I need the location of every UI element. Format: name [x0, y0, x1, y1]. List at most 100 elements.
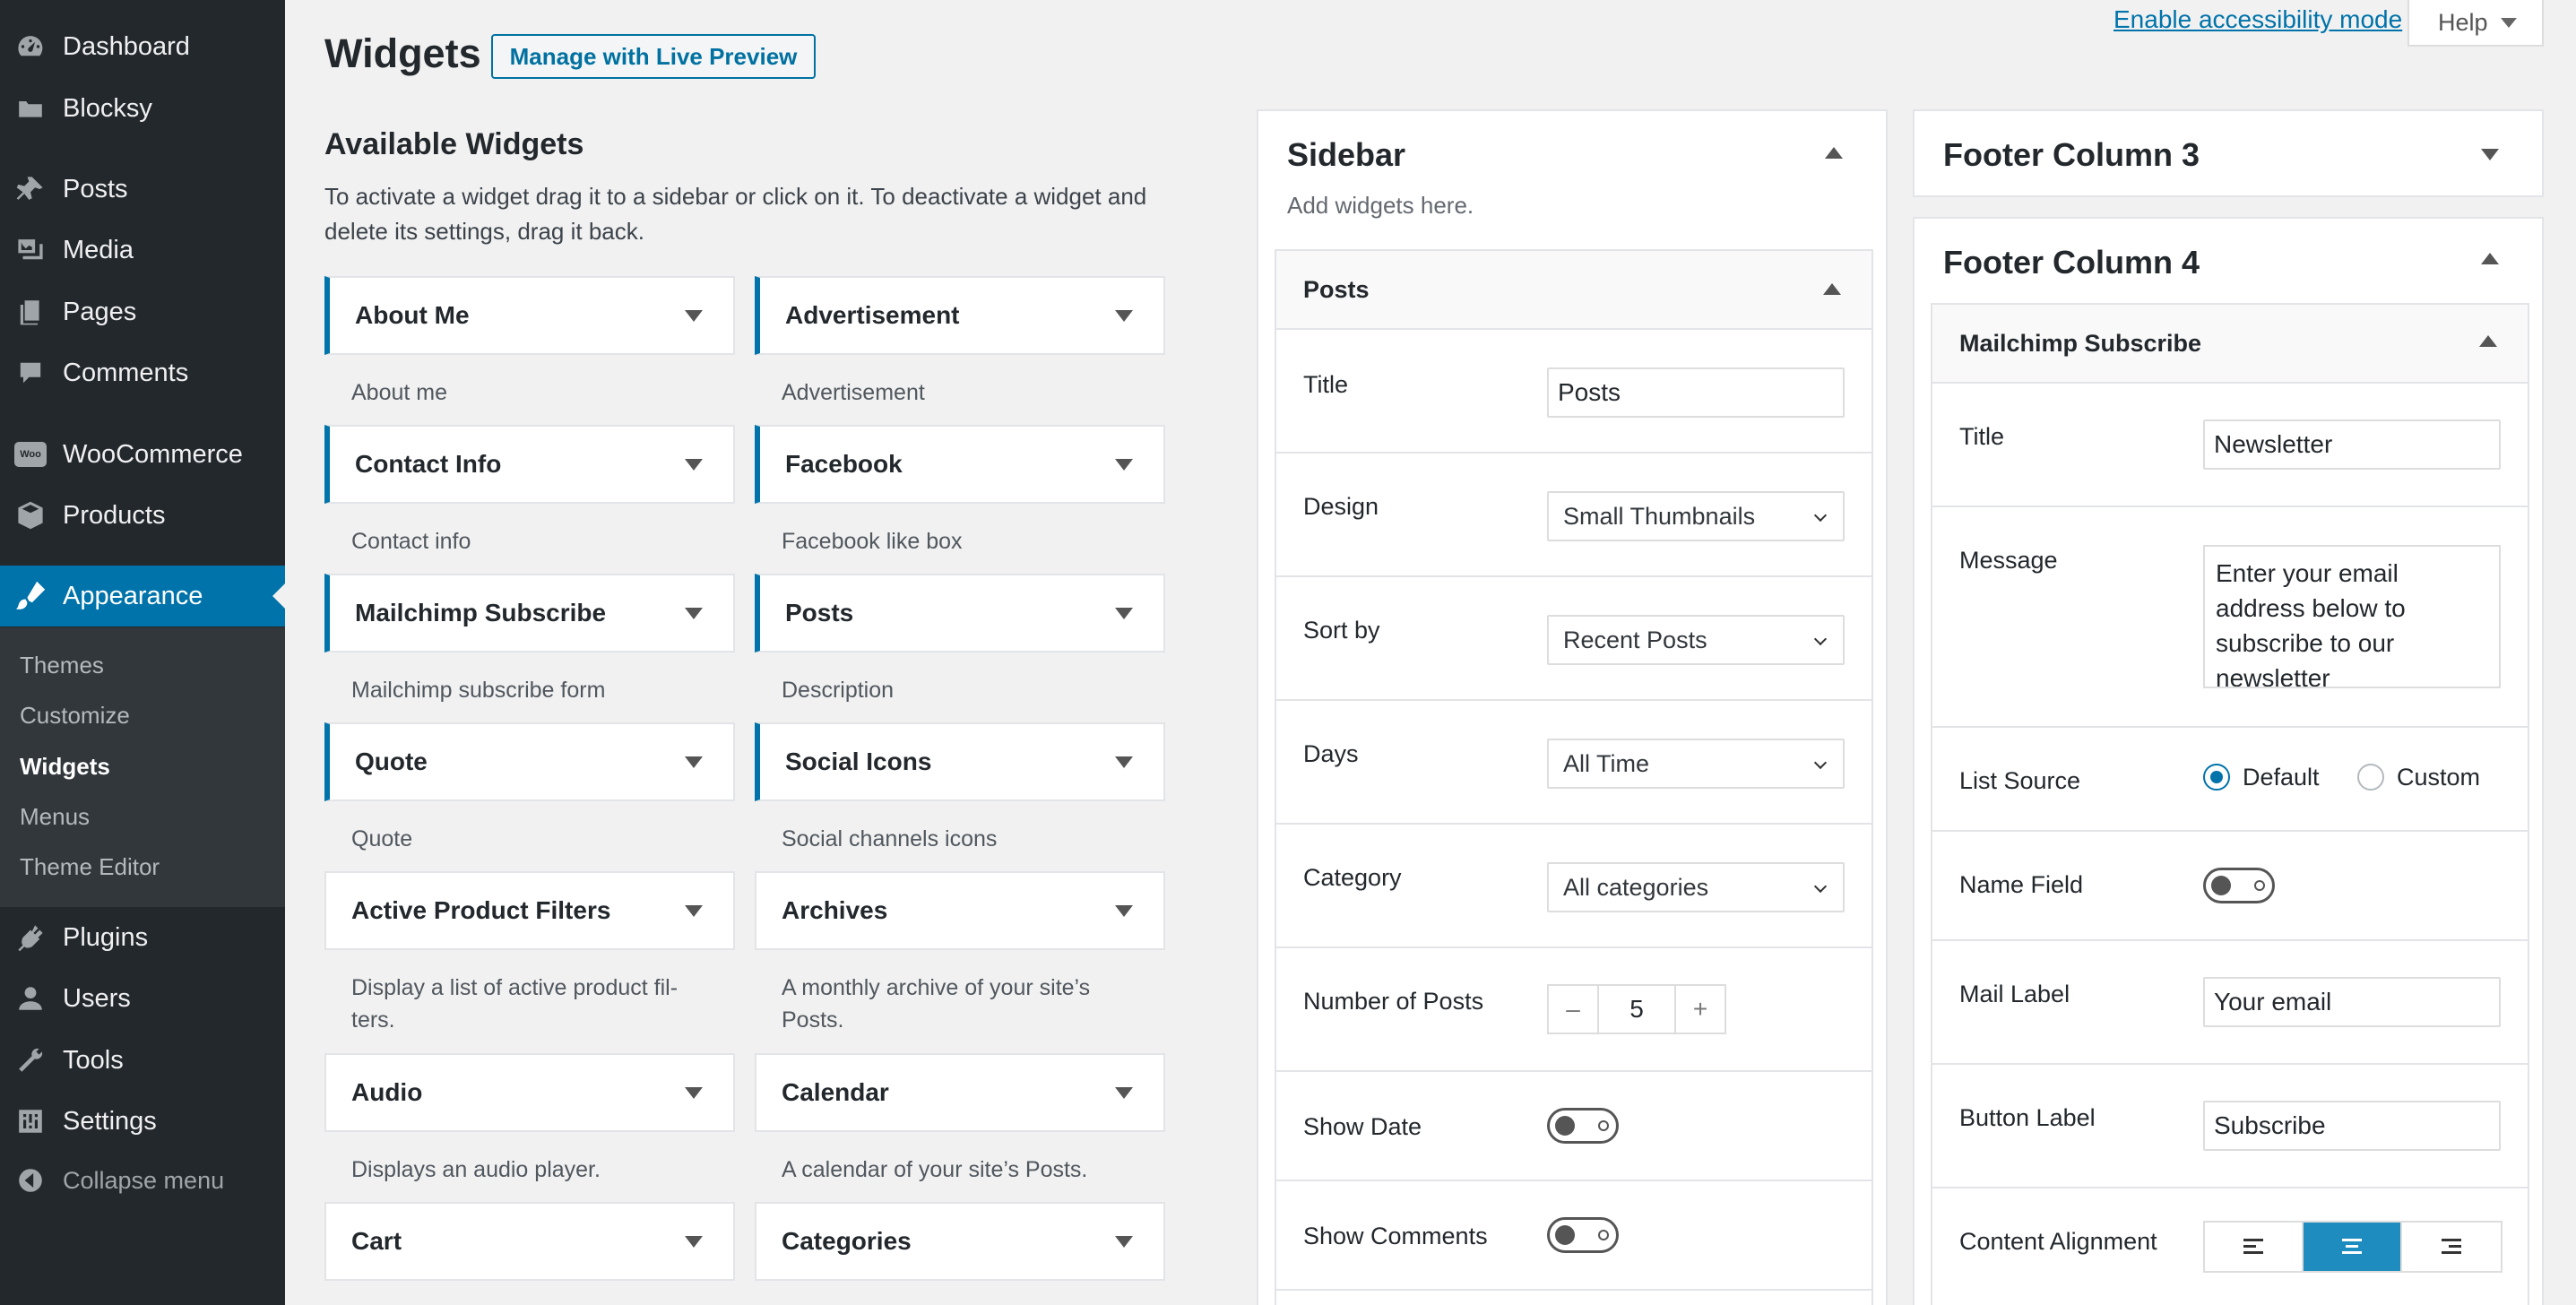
widget-item[interactable]: Audio [324, 1053, 735, 1132]
widget-item[interactable]: Mailchimp Subscribe [324, 574, 735, 652]
expand-arrow-icon[interactable] [685, 1087, 703, 1099]
expand-arrow-icon[interactable] [1115, 1236, 1133, 1248]
menu-item-plugins[interactable]: Plugins [0, 910, 285, 965]
collapse-menu-button[interactable]: Collapse menu [0, 1153, 285, 1208]
menu-item-blocksy[interactable]: Blocksy [0, 81, 285, 136]
expand-arrow-icon[interactable] [685, 310, 703, 322]
submenu-item-themes[interactable]: Themes [20, 652, 104, 679]
expand-arrow-icon[interactable] [1115, 756, 1133, 768]
sort-select[interactable]: Recent Posts [1547, 615, 1845, 665]
menu-item-media[interactable]: Media [0, 222, 285, 278]
widget-item[interactable]: Calendar [755, 1053, 1165, 1132]
expand-arrow-icon[interactable] [685, 1236, 703, 1248]
expand-arrow-icon[interactable] [1115, 905, 1133, 917]
widget-item[interactable]: Advertisement [755, 276, 1165, 355]
show-comments-toggle[interactable] [1547, 1217, 1619, 1253]
widget-name: Advertisement [785, 301, 960, 329]
widget-item[interactable]: Categories [755, 1202, 1165, 1281]
align-center-button[interactable] [2304, 1223, 2402, 1271]
expand-arrow-icon[interactable] [1115, 1087, 1133, 1099]
select-value: All categories [1563, 873, 1709, 901]
expand-arrow-icon[interactable] [685, 756, 703, 768]
expand-arrow-icon[interactable] [685, 608, 703, 619]
decrement-button[interactable]: – [1549, 986, 1599, 1033]
collapse-arrow-icon[interactable] [2479, 335, 2497, 347]
expand-arrow-icon[interactable] [2481, 149, 2499, 160]
title-input[interactable]: Newsletter [2203, 419, 2501, 470]
widget-item[interactable]: Active Product Filters [324, 871, 735, 950]
menu-item-woocommerce[interactable]: Woo WooCommerce [0, 427, 285, 482]
field-row-days: Days All Time [1276, 701, 1871, 825]
widget-item[interactable]: Quote [324, 722, 735, 801]
accessibility-mode-link[interactable]: Enable accessibility mode [2114, 5, 2402, 34]
menu-item-users[interactable]: Users [0, 971, 285, 1026]
field-label: Title [1303, 371, 1349, 398]
menu-item-settings[interactable]: Settings [0, 1093, 285, 1149]
menu-item-dashboard[interactable]: Dashboard [0, 19, 285, 74]
collapse-arrow-icon[interactable] [1825, 147, 1843, 159]
help-tab[interactable]: Help [2407, 0, 2544, 47]
menu-item-appearance[interactable]: Appearance [0, 566, 285, 627]
sidebar-area: Sidebar Add widgets here. Posts Title Po… [1257, 109, 1888, 1305]
title-input[interactable]: Posts [1547, 367, 1845, 418]
submenu-item-widgets[interactable]: Widgets [20, 753, 110, 781]
submenu-item-theme-editor[interactable]: Theme Editor [20, 853, 160, 881]
number-value[interactable]: 5 [1599, 986, 1674, 1033]
align-right-button[interactable] [2402, 1223, 2501, 1271]
widget-item[interactable]: Posts [755, 574, 1165, 652]
toggle-knob [1555, 1116, 1575, 1136]
name-field-toggle[interactable] [2203, 868, 2275, 903]
widget-header[interactable]: Mailchimp Subscribe [1932, 305, 2528, 384]
chevron-down-icon [1813, 632, 1828, 646]
expand-arrow-icon[interactable] [1115, 310, 1133, 322]
menu-item-tools[interactable]: Tools [0, 1033, 285, 1088]
collapse-arrow-icon[interactable] [2481, 253, 2499, 264]
button-label-input[interactable]: Subscribe [2203, 1101, 2501, 1151]
widget-item[interactable]: Contact Info [324, 425, 735, 504]
menu-item-products[interactable]: Products [0, 488, 285, 543]
area-title[interactable]: Footer Column 4 [1943, 244, 2200, 281]
align-left-button[interactable] [2205, 1223, 2304, 1271]
expand-arrow-icon[interactable] [1115, 459, 1133, 471]
widget-item[interactable]: About Me [324, 276, 735, 355]
align-center-icon [2342, 1239, 2362, 1254]
widget-item[interactable]: Social Icons [755, 722, 1165, 801]
widget-name: About Me [355, 301, 470, 329]
widget-item[interactable]: Facebook [755, 425, 1165, 504]
menu-item-comments[interactable]: Comments [0, 345, 285, 401]
widget-item[interactable]: Cart [324, 1202, 735, 1281]
expand-arrow-icon[interactable] [1115, 608, 1133, 619]
menu-item-posts[interactable]: Posts [0, 161, 285, 217]
submenu-item-menus[interactable]: Menus [20, 803, 90, 831]
expand-arrow-icon[interactable] [685, 459, 703, 471]
widget-name: Mailchimp Subscribe [355, 599, 607, 627]
days-select[interactable]: All Time [1547, 739, 1845, 789]
sidebar-title[interactable]: Sidebar [1287, 136, 1405, 174]
widget-item[interactable]: Archives [755, 871, 1165, 950]
radio-custom[interactable] [2357, 764, 2384, 791]
submenu-item-customize[interactable]: Customize [20, 702, 130, 730]
field-row-sort: Sort by Recent Posts [1276, 577, 1871, 701]
menu-label: Appearance [63, 581, 203, 610]
field-label: Name Field [1959, 871, 2084, 898]
widget-description: Quote [351, 826, 413, 851]
mail-label-input[interactable]: Your email [2203, 977, 2501, 1027]
collapse-arrow-icon[interactable] [1823, 283, 1841, 295]
live-preview-button[interactable]: Manage with Live Preview [491, 34, 816, 79]
show-date-toggle[interactable] [1547, 1108, 1619, 1144]
field-label: Show Comments [1303, 1223, 1488, 1249]
message-textarea[interactable]: Enter your email address below to subscr… [2203, 545, 2501, 688]
widget-header[interactable]: Posts [1276, 251, 1871, 330]
number-stepper: – 5 + [1547, 984, 1726, 1034]
increment-button[interactable]: + [1674, 986, 1725, 1033]
widget-name: Quote [355, 748, 428, 775]
align-left-icon [2243, 1239, 2263, 1254]
design-select[interactable]: Small Thumbnails [1547, 491, 1845, 541]
menu-label: Tools [63, 1045, 124, 1075]
menu-item-pages[interactable]: Pages [0, 284, 285, 340]
category-select[interactable]: All categories [1547, 862, 1845, 912]
radio-default[interactable] [2203, 764, 2230, 791]
footer-column-3-area[interactable]: Footer Column 3 [1913, 109, 2544, 197]
expand-arrow-icon[interactable] [685, 905, 703, 917]
alignment-group [2203, 1221, 2503, 1273]
